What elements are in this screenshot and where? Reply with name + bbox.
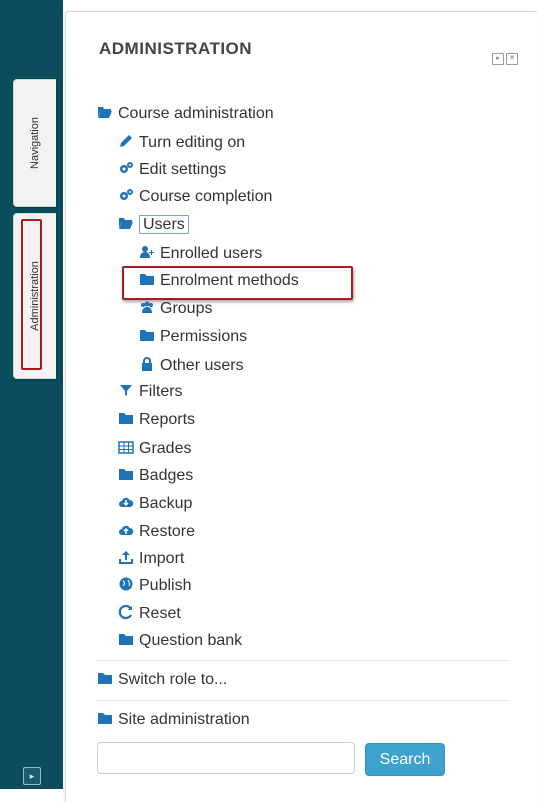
tree-item-course-administration[interactable]: Course administration: [97, 103, 274, 125]
tree-item-enrolment-methods[interactable]: Enrolment methods: [139, 270, 299, 292]
section-divider: [96, 700, 508, 701]
block-title: ADMINISTRATION: [99, 39, 253, 58]
tree-item-label: Switch role to...: [118, 671, 228, 688]
tree-item-permissions[interactable]: Permissions: [139, 326, 247, 348]
lock-icon: [139, 356, 155, 372]
folder-icon: [139, 271, 155, 287]
folder-icon: [118, 631, 134, 647]
tree-item-label: Import: [139, 550, 185, 567]
tree-item-question-bank[interactable]: Question bank: [118, 630, 242, 652]
users-icon: [139, 299, 155, 315]
tree-item-filters[interactable]: Filters: [118, 381, 183, 403]
tree-item-reset[interactable]: Reset: [118, 603, 181, 625]
refresh-icon: [118, 604, 134, 620]
cloud-download-icon: [118, 494, 134, 510]
navigation-tab-label: Navigation: [29, 117, 41, 169]
tree-item-users[interactable]: Users: [118, 214, 189, 236]
folder-icon: [97, 670, 113, 686]
tree-item-label: Grades: [139, 440, 192, 457]
tree-item-other-users[interactable]: Other users: [139, 355, 244, 377]
tree-item-grades[interactable]: Grades: [118, 438, 191, 460]
close-icon[interactable]: ✕: [506, 53, 518, 65]
tree-item-switch-role[interactable]: Switch role to...: [97, 669, 227, 691]
user-plus-icon: [139, 244, 155, 260]
tree-item-label: Groups: [160, 300, 213, 317]
tree-item-label: Restore: [139, 523, 196, 540]
admin-search-input[interactable]: [97, 742, 355, 774]
tree-item-label: Reports: [139, 411, 196, 428]
tree-item-label: Edit settings: [139, 161, 227, 178]
folder-icon: [118, 410, 134, 426]
tree-item-groups[interactable]: Groups: [139, 298, 212, 320]
cloud-upload-icon: [118, 522, 134, 538]
tree-item-label: Course administration: [118, 105, 274, 122]
tree-item-edit-settings[interactable]: Edit settings: [118, 159, 226, 181]
search-button[interactable]: Search: [365, 743, 445, 776]
folder-icon: [97, 710, 113, 726]
tree-item-label: Question bank: [139, 632, 243, 649]
upload-icon: [118, 549, 134, 565]
dock-tab-navigation[interactable]: Navigation: [13, 79, 56, 207]
tree-item-label: Enrolment methods: [160, 272, 299, 289]
tree-item-label: Other users: [160, 357, 244, 374]
tree-item-label: Backup: [139, 495, 193, 512]
section-divider: [96, 660, 508, 661]
tree-item-label: Course completion: [139, 188, 273, 205]
tree-item-turn-editing-on[interactable]: Turn editing on: [118, 132, 245, 154]
tree-item-label: Badges: [139, 467, 194, 484]
tree-item-label: Publish: [139, 577, 192, 594]
gears-icon: [118, 160, 134, 176]
tree-item-label: Turn editing on: [139, 134, 246, 151]
tree-item-restore[interactable]: Restore: [118, 521, 195, 543]
tree-item-label: Enrolled users: [160, 245, 263, 262]
tree-item-reports[interactable]: Reports: [118, 409, 195, 431]
tree-item-label: Site administration: [118, 711, 250, 728]
tree-item-label: Users: [139, 215, 189, 234]
tree-item-label: Reset: [139, 605, 181, 622]
globe-icon: [118, 576, 134, 592]
undock-icon[interactable]: ▸: [23, 767, 41, 785]
tree-item-badges[interactable]: Badges: [118, 465, 193, 487]
tree-item-site-administration[interactable]: Site administration: [97, 709, 250, 731]
tree-item-label: Filters: [139, 383, 183, 400]
tree-item-label: Permissions: [160, 328, 248, 345]
folder-icon: [118, 466, 134, 482]
tree-item-backup[interactable]: Backup: [118, 493, 192, 515]
tree-item-publish[interactable]: Publish: [118, 575, 191, 597]
table-icon: [118, 439, 134, 455]
gears-icon: [118, 187, 134, 203]
dock-icon[interactable]: ▸: [492, 53, 504, 65]
pencil-icon: [118, 133, 134, 149]
tree-item-course-completion[interactable]: Course completion: [118, 186, 272, 208]
administration-tab-highlight: [21, 219, 42, 370]
tree-item-enrolled-users[interactable]: Enrolled users: [139, 243, 262, 265]
folder-icon: [139, 327, 155, 343]
folder-open-icon: [118, 215, 134, 231]
tree-item-import[interactable]: Import: [118, 548, 184, 570]
filter-icon: [118, 382, 134, 398]
folder-open-icon: [97, 104, 113, 120]
